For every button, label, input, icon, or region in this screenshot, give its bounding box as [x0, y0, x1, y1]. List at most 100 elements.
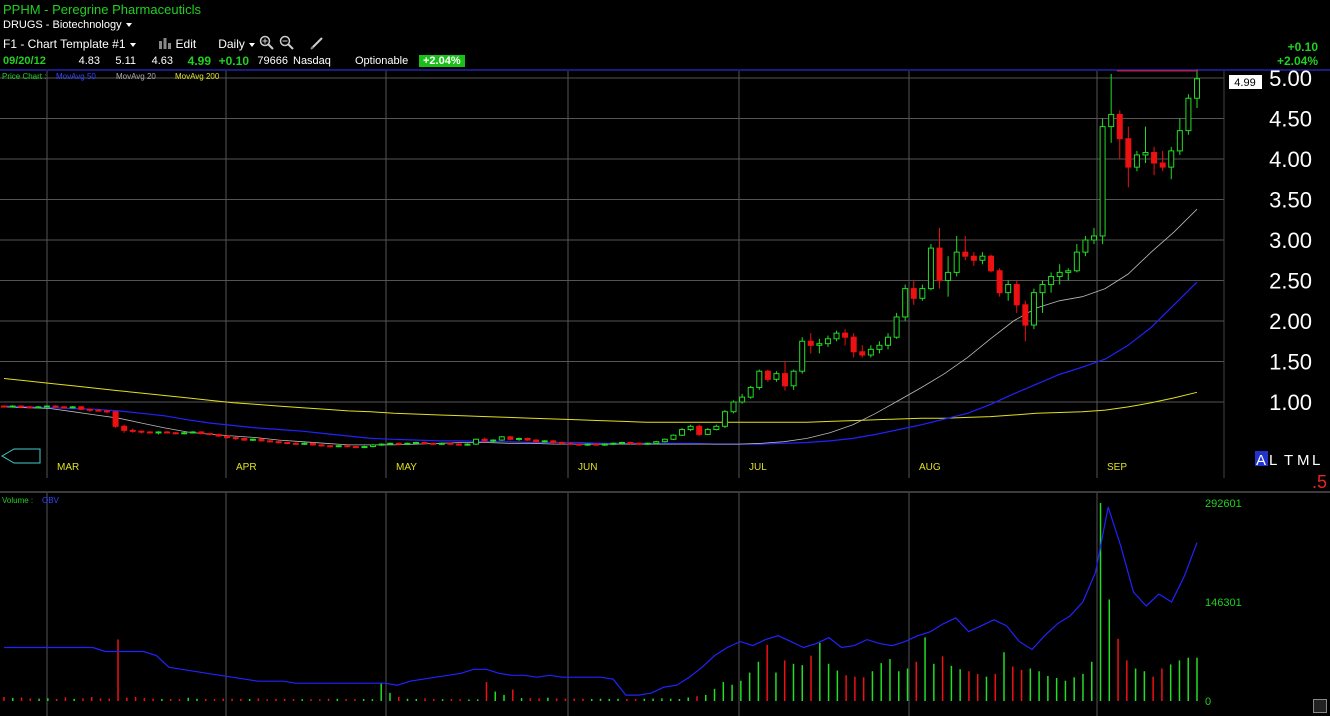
- ma20-line: [3, 208, 1198, 446]
- candle: [224, 435, 231, 439]
- current-price-label: 4.99: [1234, 77, 1255, 89]
- candle: [1151, 152, 1158, 164]
- candle: [387, 442, 394, 445]
- candle: [473, 438, 480, 445]
- candle: [910, 288, 917, 299]
- candle: [1168, 150, 1175, 168]
- candle: [78, 406, 85, 410]
- candle: [618, 442, 625, 444]
- candle: [335, 445, 342, 448]
- candle: [455, 443, 462, 446]
- candle: [352, 446, 359, 449]
- candle: [524, 437, 531, 441]
- candle: [627, 442, 634, 444]
- candle: [395, 442, 402, 445]
- candle: [164, 431, 171, 434]
- candle: [610, 442, 617, 445]
- candle: [1073, 251, 1080, 272]
- ma50-line: [3, 281, 1198, 445]
- month-label: JUL: [749, 462, 767, 473]
- candle: [301, 442, 308, 445]
- candle: [69, 406, 76, 409]
- candle: [756, 370, 763, 388]
- range-button-a[interactable]: A: [1256, 452, 1266, 469]
- candle: [421, 442, 428, 444]
- candle: [498, 436, 505, 441]
- candle: [275, 441, 282, 444]
- price-tick-label: 2.50: [1269, 269, 1312, 294]
- price-chart-area[interactable]: Price Chart : MovAvg 50 MovAvg 20 MovAvg…: [0, 0, 1330, 716]
- candle: [945, 271, 952, 281]
- candle: [129, 429, 136, 432]
- candle: [747, 386, 754, 398]
- candle: [953, 251, 960, 273]
- candle: [26, 406, 33, 409]
- candle: [241, 437, 248, 441]
- candle: [1185, 97, 1192, 132]
- candle: [996, 270, 1003, 294]
- candle: [327, 445, 334, 448]
- price-tick-label: 3.50: [1269, 188, 1312, 213]
- candle: [121, 425, 128, 431]
- candle: [1056, 271, 1063, 277]
- candle: [593, 443, 600, 446]
- candle: [189, 431, 196, 434]
- candle: [979, 255, 986, 261]
- candle: [1022, 304, 1029, 326]
- candle: [927, 247, 934, 290]
- scrollbar-corner[interactable]: [1313, 699, 1327, 713]
- candle: [764, 370, 771, 380]
- candle: [404, 442, 411, 445]
- candle: [739, 396, 746, 403]
- candle: [936, 247, 943, 282]
- candle: [713, 425, 720, 431]
- candle: [430, 442, 437, 445]
- candle: [1133, 154, 1140, 168]
- candle: [378, 443, 385, 446]
- volume-bars: [3, 503, 1198, 701]
- candle: [567, 442, 574, 445]
- price-tick-label: 3.00: [1269, 228, 1312, 253]
- candle: [1099, 126, 1106, 237]
- candle: [584, 443, 591, 446]
- price-axis: 5.00 4.50 4.00 3.50 3.00 2.50 2.00 1.50 1.00: [1269, 66, 1312, 415]
- candle: [18, 405, 25, 408]
- candle: [438, 442, 445, 445]
- candle: [138, 430, 145, 433]
- candle: [730, 401, 737, 413]
- candle: [636, 442, 643, 445]
- range-button-l2[interactable]: L: [1312, 452, 1320, 469]
- candle: [782, 373, 789, 387]
- candle: [1048, 275, 1055, 286]
- candle: [344, 445, 351, 448]
- candle: [721, 411, 728, 427]
- range-button-t[interactable]: T: [1284, 452, 1293, 469]
- candle: [267, 440, 274, 443]
- candle: [1142, 152, 1149, 156]
- candle: [859, 351, 866, 356]
- candle: [112, 411, 119, 427]
- candle: [52, 405, 59, 408]
- candle: [86, 408, 93, 411]
- candle: [773, 373, 780, 380]
- candle: [687, 425, 694, 431]
- candle: [507, 436, 514, 440]
- candle: [370, 444, 377, 448]
- candle: [661, 438, 668, 443]
- candle: [576, 443, 583, 446]
- ma20-legend: MovAvg 20: [116, 72, 156, 81]
- candle: [1194, 78, 1200, 99]
- candle: [558, 442, 565, 444]
- candle: [876, 344, 883, 350]
- scroll-left-arrow-icon[interactable]: [1, 448, 41, 464]
- candle: [43, 405, 50, 408]
- candle: [1065, 270, 1072, 273]
- candle: [970, 255, 977, 261]
- volume-tick-label: 146301: [1205, 597, 1242, 609]
- candle: [318, 444, 325, 447]
- range-button-l[interactable]: L: [1269, 452, 1277, 469]
- range-button-m[interactable]: M: [1297, 452, 1310, 469]
- price-legend-label: Price Chart :: [2, 72, 46, 81]
- candle: [35, 406, 42, 409]
- candle: [232, 437, 239, 440]
